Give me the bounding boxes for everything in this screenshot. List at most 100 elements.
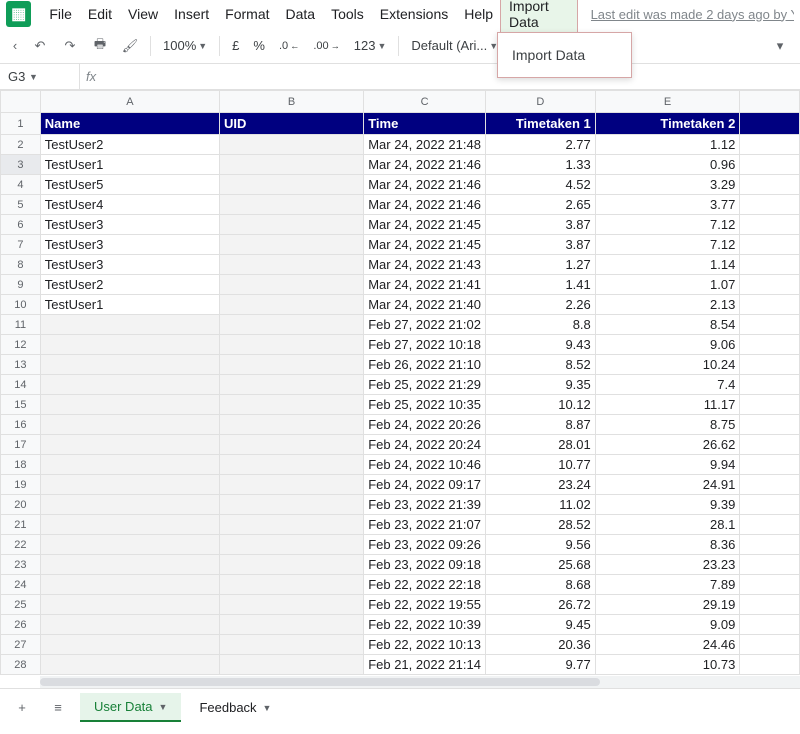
column-header[interactable]: C <box>364 91 486 113</box>
cell[interactable]: Feb 22, 2022 19:55 <box>364 595 486 615</box>
menu-help[interactable]: Help <box>456 2 501 26</box>
cell[interactable]: 4.52 <box>485 175 595 195</box>
cell[interactable]: Time <box>364 113 486 135</box>
cell[interactable] <box>220 255 364 275</box>
spreadsheet-grid[interactable]: ABCDE1NameUIDTimeTimetaken 1Timetaken 22… <box>0 90 800 688</box>
cell[interactable] <box>40 435 219 455</box>
cell[interactable]: 9.09 <box>595 615 740 635</box>
cell[interactable]: 28.1 <box>595 515 740 535</box>
cell[interactable] <box>40 635 219 655</box>
add-sheet-button[interactable]: + <box>8 694 36 722</box>
cell[interactable] <box>220 135 364 155</box>
cell[interactable] <box>220 395 364 415</box>
cell[interactable]: TestUser3 <box>40 235 219 255</box>
cell[interactable] <box>40 315 219 335</box>
row-header[interactable]: 13 <box>1 355 41 375</box>
cell[interactable]: 29.19 <box>595 595 740 615</box>
cell[interactable]: 24.46 <box>595 635 740 655</box>
cell[interactable]: Feb 26, 2022 21:10 <box>364 355 486 375</box>
cell[interactable]: Feb 27, 2022 10:18 <box>364 335 486 355</box>
cell[interactable] <box>220 275 364 295</box>
cell[interactable] <box>220 495 364 515</box>
cell[interactable]: 7.12 <box>595 235 740 255</box>
cell[interactable] <box>220 595 364 615</box>
menu-view[interactable]: View <box>120 2 166 26</box>
cell[interactable]: Mar 24, 2022 21:41 <box>364 275 486 295</box>
cell[interactable]: Feb 21, 2022 21:14 <box>364 655 486 675</box>
cell[interactable]: 9.35 <box>485 375 595 395</box>
cell[interactable]: Feb 24, 2022 20:26 <box>364 415 486 435</box>
row-header[interactable]: 3 <box>1 155 41 175</box>
increase-decimal-button[interactable]: .00→ <box>309 38 343 54</box>
cell[interactable]: TestUser2 <box>40 275 219 295</box>
cell[interactable]: 26.72 <box>485 595 595 615</box>
row-header[interactable]: 17 <box>1 435 41 455</box>
redo-icon[interactable]: ↷ <box>58 34 82 58</box>
cell[interactable] <box>740 575 800 595</box>
cell[interactable]: 11.17 <box>595 395 740 415</box>
sheet-tab-feedback[interactable]: Feedback▼ <box>185 693 285 722</box>
cell[interactable]: 26.62 <box>595 435 740 455</box>
cell[interactable] <box>220 415 364 435</box>
number-format-selector[interactable]: 123▼ <box>350 36 391 55</box>
print-icon[interactable]: 🖶 <box>88 34 112 58</box>
decrease-decimal-button[interactable]: .0← <box>275 38 303 54</box>
column-header[interactable]: B <box>220 91 364 113</box>
cell[interactable]: Mar 24, 2022 21:46 <box>364 175 486 195</box>
cell[interactable] <box>40 475 219 495</box>
row-header[interactable]: 1 <box>1 113 41 135</box>
cell[interactable]: Timetaken 2 <box>595 113 740 135</box>
row-header[interactable]: 23 <box>1 555 41 575</box>
cell[interactable] <box>220 455 364 475</box>
cell[interactable] <box>40 335 219 355</box>
cell[interactable] <box>740 155 800 175</box>
cell[interactable] <box>740 315 800 335</box>
cell[interactable] <box>740 655 800 675</box>
more-left-icon[interactable]: ‹ <box>8 34 22 58</box>
row-header[interactable]: 20 <box>1 495 41 515</box>
menu-format[interactable]: Format <box>217 2 277 26</box>
cell[interactable] <box>40 595 219 615</box>
formula-input[interactable] <box>102 64 800 89</box>
cell[interactable] <box>740 435 800 455</box>
horizontal-scrollbar[interactable] <box>40 676 800 688</box>
cell[interactable] <box>740 275 800 295</box>
cell[interactable] <box>220 515 364 535</box>
cell[interactable]: 1.14 <box>595 255 740 275</box>
cell[interactable] <box>220 655 364 675</box>
row-header[interactable]: 14 <box>1 375 41 395</box>
row-header[interactable]: 21 <box>1 515 41 535</box>
cell[interactable] <box>740 535 800 555</box>
cell[interactable]: 2.65 <box>485 195 595 215</box>
cell[interactable] <box>220 355 364 375</box>
undo-icon[interactable]: ↶ <box>28 34 52 58</box>
cell[interactable] <box>740 295 800 315</box>
cell[interactable] <box>40 415 219 435</box>
column-header[interactable]: E <box>595 91 740 113</box>
cell[interactable]: TestUser3 <box>40 255 219 275</box>
font-selector[interactable]: Default (Ari...▼ <box>407 36 502 55</box>
paint-format-icon[interactable]: 🖌 <box>118 34 142 58</box>
cell[interactable] <box>740 235 800 255</box>
cell[interactable]: 8.87 <box>485 415 595 435</box>
row-header[interactable]: 28 <box>1 655 41 675</box>
cell[interactable] <box>740 415 800 435</box>
cell[interactable]: Mar 24, 2022 21:45 <box>364 215 486 235</box>
percent-button[interactable]: % <box>249 36 269 55</box>
cell[interactable]: 9.45 <box>485 615 595 635</box>
cell[interactable] <box>220 215 364 235</box>
cell[interactable] <box>40 355 219 375</box>
cell[interactable] <box>740 555 800 575</box>
cell[interactable] <box>220 175 364 195</box>
cell[interactable] <box>40 455 219 475</box>
cell[interactable] <box>740 255 800 275</box>
cell[interactable]: 2.26 <box>485 295 595 315</box>
cell[interactable]: 23.24 <box>485 475 595 495</box>
cell[interactable]: 28.01 <box>485 435 595 455</box>
cell[interactable]: Feb 25, 2022 21:29 <box>364 375 486 395</box>
cell[interactable]: TestUser3 <box>40 215 219 235</box>
cell[interactable] <box>220 315 364 335</box>
cell[interactable] <box>40 495 219 515</box>
row-header[interactable]: 5 <box>1 195 41 215</box>
row-header[interactable]: 11 <box>1 315 41 335</box>
